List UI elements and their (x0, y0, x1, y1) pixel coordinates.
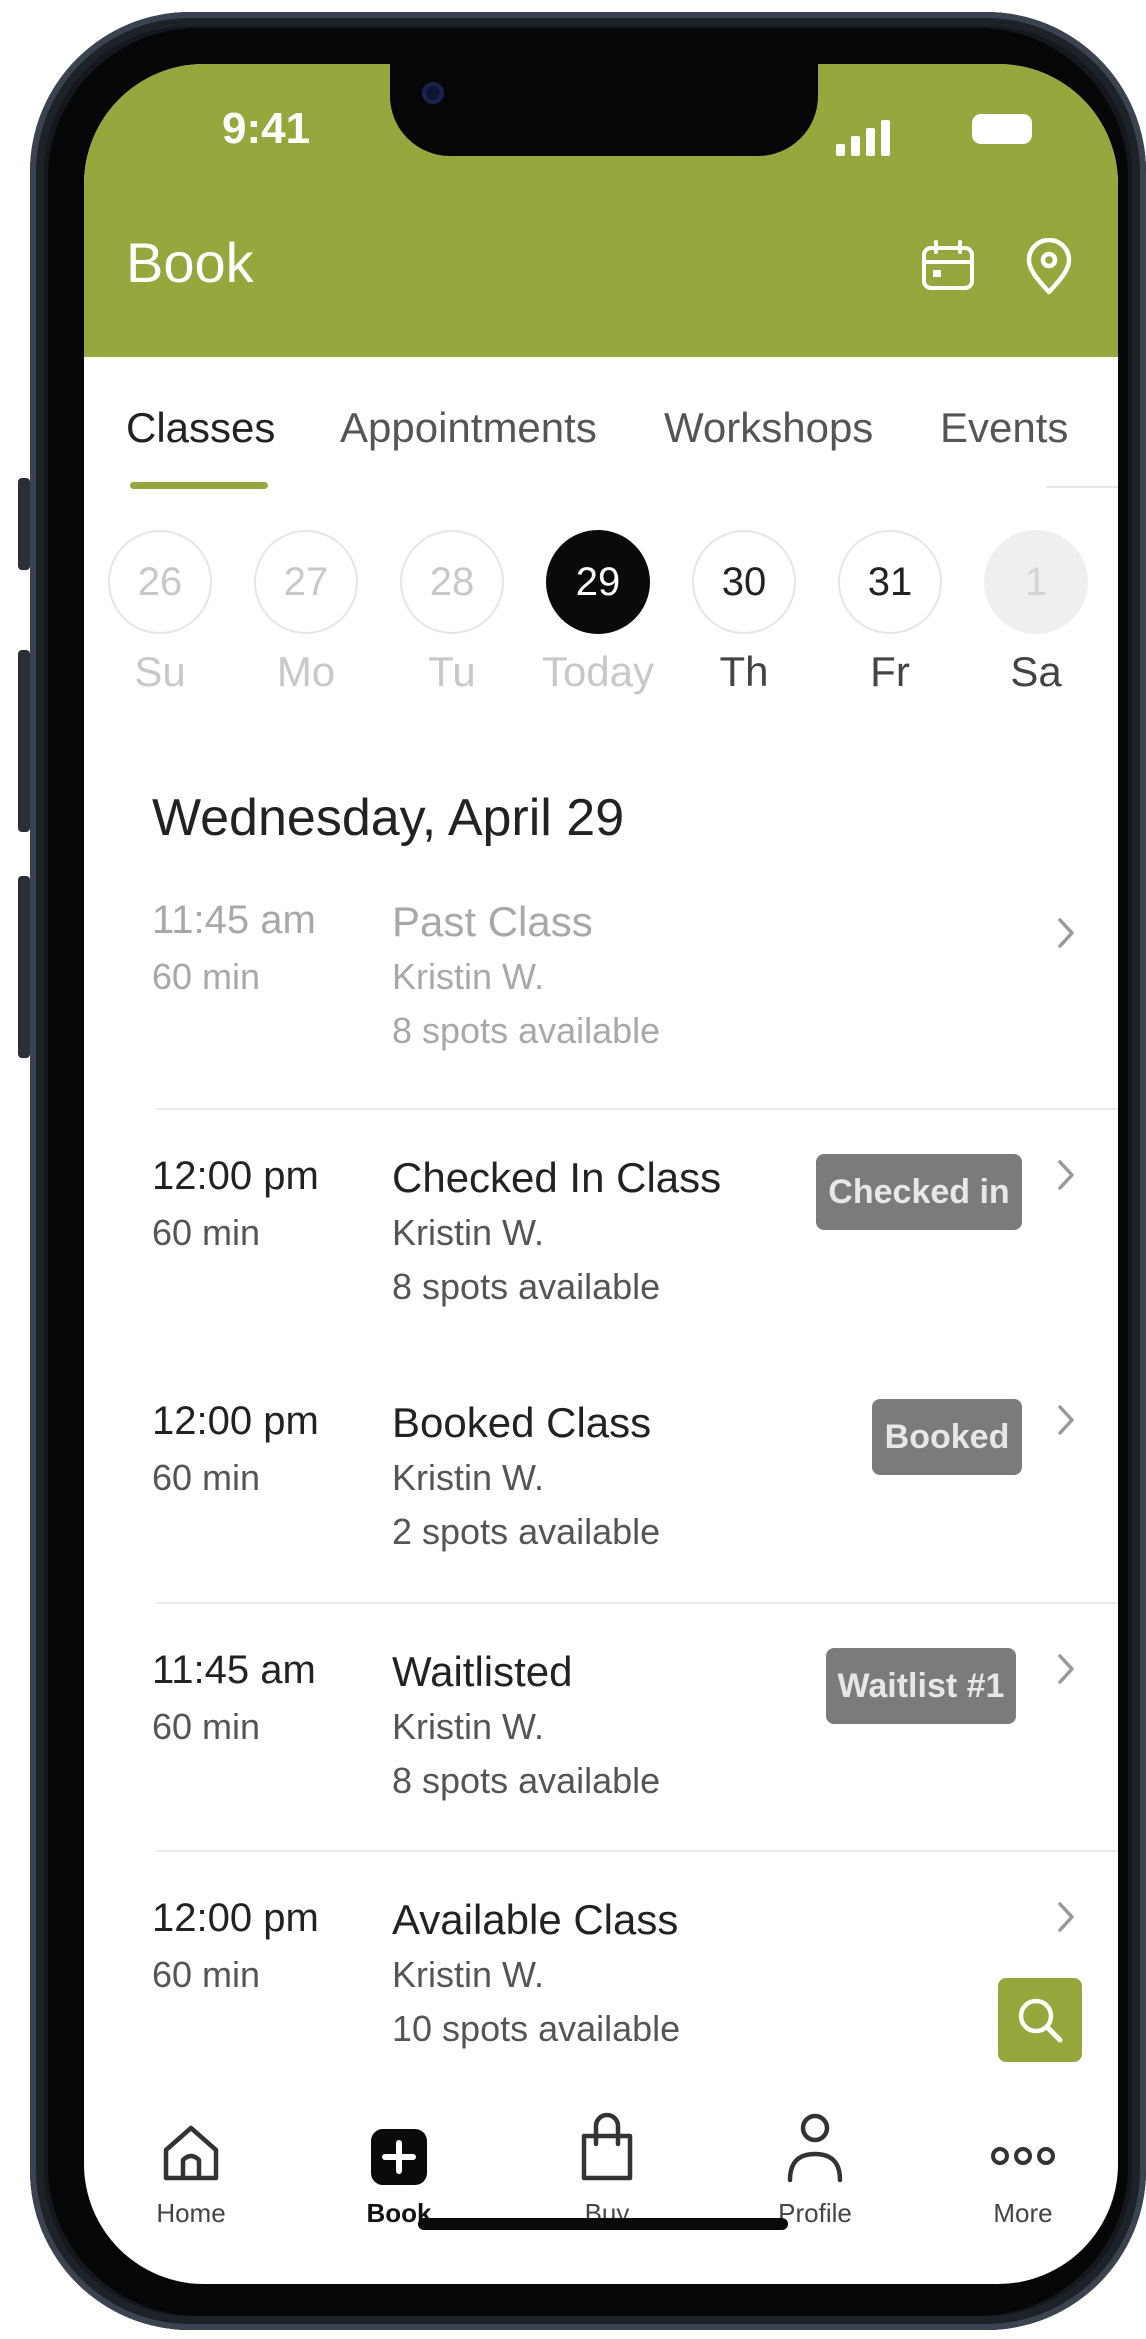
class-instructor: Kristin W. (392, 1954, 545, 1995)
nav-label: More (993, 2198, 1053, 2228)
tab-selected-indicator (130, 482, 268, 489)
person-icon (787, 2113, 843, 2183)
class-instructor: Kristin W. (392, 1457, 545, 1498)
nav-label: Home (156, 2198, 226, 2228)
class-spots: 8 spots available (392, 1760, 661, 1801)
day-label-mo: Mo (276, 648, 336, 695)
class-duration: 60 min (152, 1706, 261, 1747)
class-time: 12:00 pm (152, 1154, 319, 1198)
row-divider (156, 1108, 1118, 1110)
row-divider (156, 1602, 1118, 1604)
class-name: Checked In Class (392, 1154, 722, 1201)
day-26[interactable]: 26 (108, 530, 212, 634)
class-row[interactable]: 11:45 am 60 min Waitlisted Kristin W. 8 … (152, 1648, 1092, 1848)
notch (390, 64, 818, 156)
class-name: Booked Class (392, 1399, 652, 1446)
day-31[interactable]: 31 (838, 530, 942, 634)
date-heading: Wednesday, April 29 (152, 789, 625, 847)
chevron-right-icon (1058, 1160, 1074, 1190)
status-badge: Checked in (816, 1154, 1022, 1230)
class-name: Past Class (392, 898, 593, 945)
day-label-tu: Tu (428, 648, 476, 695)
class-time: 11:45 am (152, 1648, 316, 1692)
class-spots: 10 spots available (392, 2008, 681, 2049)
status-time: 9:41 (222, 104, 311, 153)
day-label-fr: Fr (870, 648, 910, 695)
volume-up-button (18, 650, 30, 832)
cellular-signal-icon (836, 116, 896, 156)
tab-appointments[interactable]: Appointments (340, 404, 597, 452)
tab-divider (1046, 486, 1118, 488)
day-29-selected[interactable]: 29 (546, 530, 650, 634)
front-camera (422, 82, 444, 104)
day-label-sa: Sa (1010, 648, 1062, 695)
home-indicator (418, 2218, 788, 2230)
search-button[interactable] (998, 1978, 1082, 2062)
class-instructor: Kristin W. (392, 956, 545, 997)
search-icon (1018, 1998, 1063, 2043)
class-name: Waitlisted (392, 1648, 573, 1695)
chevron-right-icon (1058, 1405, 1074, 1435)
tab-events[interactable]: Events (940, 404, 1068, 452)
class-instructor: Kristin W. (392, 1212, 545, 1253)
class-row[interactable]: 12:00 pm 60 min Available Class Kristin … (152, 1896, 1092, 2096)
location-pin-icon[interactable] (1024, 237, 1074, 301)
day-27[interactable]: 27 (254, 530, 358, 634)
chevron-right-icon (1058, 918, 1074, 948)
class-duration: 60 min (152, 956, 261, 997)
day-1: 1 (984, 530, 1088, 634)
tab-workshops[interactable]: Workshops (664, 404, 873, 452)
chevron-right-icon (1058, 1654, 1074, 1684)
more-dots-icon (991, 2147, 1055, 2165)
class-time: 12:00 pm (152, 1399, 319, 1443)
volume-down-button (18, 876, 30, 1058)
day-label-su: Su (134, 648, 186, 695)
day-30[interactable]: 30 (692, 530, 796, 634)
shopping-bag-icon (581, 2112, 633, 2181)
chevron-right-icon (1058, 1902, 1074, 1932)
row-divider (156, 1850, 1118, 1852)
mute-switch (18, 478, 30, 570)
battery-icon (972, 114, 1032, 144)
class-row[interactable]: 11:45 am 60 min Past Class Kristin W. 8 … (152, 898, 1092, 1098)
class-time: 11:45 am (152, 898, 316, 942)
page-title: Book (126, 231, 254, 294)
tab-classes[interactable]: Classes (126, 404, 275, 452)
class-instructor: Kristin W. (392, 1706, 545, 1747)
status-badge: Booked (872, 1399, 1022, 1475)
class-name: Available Class (392, 1896, 679, 1943)
class-duration: 60 min (152, 1212, 261, 1253)
day-label-today: Today (541, 648, 655, 695)
class-row[interactable]: 12:00 pm 60 min Checked In Class Kristin… (152, 1154, 1092, 1354)
phone-screen: 9:41 Book Classes Appointments Workshops… (84, 64, 1118, 2284)
class-spots: 2 spots available (392, 1511, 661, 1552)
class-duration: 60 min (152, 1457, 261, 1498)
class-row[interactable]: 12:00 pm 60 min Booked Class Kristin W. … (152, 1399, 1092, 1599)
home-icon (163, 2125, 219, 2181)
plus-icon (371, 2129, 427, 2185)
status-badge: Waitlist #1 (826, 1648, 1016, 1724)
class-time: 12:00 pm (152, 1896, 319, 1940)
class-spots: 8 spots available (392, 1266, 661, 1307)
calendar-icon[interactable] (920, 240, 976, 297)
class-spots: 8 spots available (392, 1010, 661, 1051)
day-28[interactable]: 28 (400, 530, 504, 634)
day-label-th: Th (719, 648, 769, 695)
class-duration: 60 min (152, 1954, 261, 1995)
